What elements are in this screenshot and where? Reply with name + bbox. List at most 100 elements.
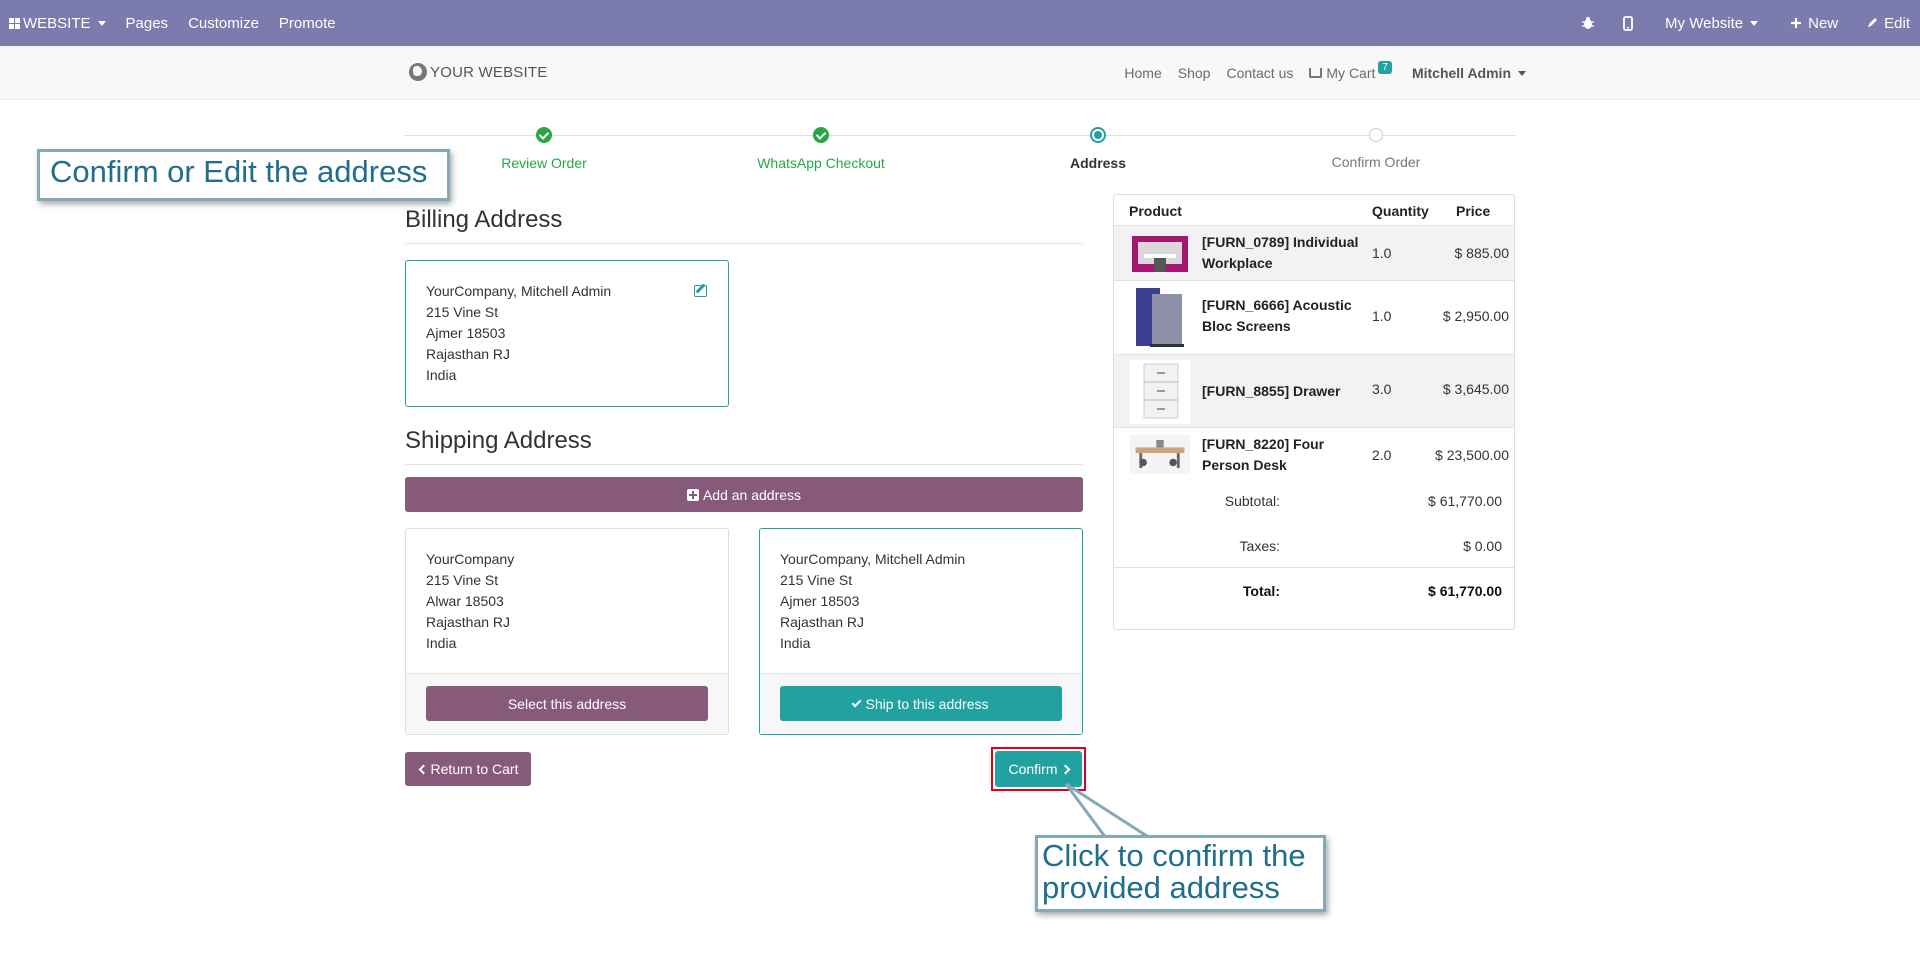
pages-menu[interactable]: Pages — [116, 0, 179, 46]
promote-menu[interactable]: Promote — [269, 0, 346, 46]
taxes-label: Taxes: — [1239, 538, 1280, 554]
billing-address-card: YourCompany, Mitchell Admin 215 Vine St … — [405, 260, 729, 407]
total-label: Total: — [1242, 583, 1280, 599]
product-price: $ 23,500.00 — [1435, 447, 1509, 463]
shipping-address-card: YourCompany 215 Vine St Alwar 18503 Raja… — [405, 528, 729, 735]
confirm-label: Confirm — [1008, 761, 1058, 777]
website-selector[interactable]: My Website — [1647, 0, 1776, 46]
nav-shop[interactable]: Shop — [1178, 65, 1211, 81]
check-icon — [851, 697, 861, 707]
address-line: India — [426, 635, 457, 651]
step-whatsapp-checkout[interactable]: WhatsApp Checkout — [721, 127, 921, 171]
tooltip-pointer — [1064, 782, 1156, 840]
divider — [1114, 567, 1514, 568]
product-row: [FURN_6666] Acoustic Bloc Screens 1.0 $ … — [1114, 280, 1514, 354]
check-circle-icon — [813, 127, 829, 143]
total-value: $ 61,770.00 — [1428, 583, 1502, 599]
divider — [405, 243, 1083, 244]
address-line: YourCompany — [426, 551, 515, 567]
ship-to-label: Ship to this address — [865, 695, 989, 712]
address-line: Rajasthan RJ — [780, 614, 865, 630]
tooltip-text-line1: Click to confirm the — [1042, 838, 1306, 873]
product-image — [1136, 288, 1184, 347]
shipping-heading: Shipping Address — [405, 427, 592, 454]
add-address-button[interactable]: Add an address — [405, 477, 1083, 512]
shipping-address: YourCompany 215 Vine St Alwar 18503 Raja… — [426, 549, 514, 654]
card-footer: Select this address — [406, 673, 728, 734]
customize-menu[interactable]: Customize — [178, 0, 269, 46]
admin-topbar: WEBSITE Pages Customize Promote My Websi… — [0, 0, 1920, 46]
step-label: Review Order — [501, 155, 587, 171]
mobile-icon — [1623, 15, 1633, 31]
address-line: 215 Vine St — [780, 572, 853, 588]
app-label: WEBSITE — [23, 14, 91, 32]
address-line: Rajasthan RJ — [426, 346, 511, 362]
step-address: Address — [998, 127, 1198, 171]
pending-step-icon — [1369, 128, 1383, 142]
tooltip-text: Confirm or Edit the address — [50, 154, 428, 189]
product-qty: 3.0 — [1372, 381, 1392, 397]
new-button[interactable]: New — [1776, 0, 1852, 46]
subtotal-value: $ 61,770.00 — [1428, 493, 1502, 509]
new-label: New — [1808, 14, 1839, 32]
product-row: [FURN_8855] Drawer 3.0 $ 3,645.00 — [1114, 354, 1514, 427]
step-confirm-order: Confirm Order — [1276, 127, 1476, 170]
col-price: Price — [1456, 203, 1491, 219]
plus-square-icon — [686, 488, 699, 501]
return-to-cart-button[interactable]: Return to Cart — [405, 752, 531, 786]
nav-contact[interactable]: Contact us — [1226, 65, 1293, 81]
address-line: YourCompany, Mitchell Admin — [780, 551, 966, 567]
mobile-preview-button[interactable] — [1609, 0, 1647, 46]
pencil-icon — [1868, 18, 1878, 27]
cart-label: My Cart — [1326, 65, 1376, 81]
ship-to-address-button[interactable]: Ship to this address — [780, 686, 1062, 721]
address-line: Rajasthan RJ — [426, 614, 511, 630]
tooltip-text-line2: provided address — [1042, 870, 1280, 905]
edit-button[interactable]: Edit — [1852, 0, 1920, 46]
address-line: Alwar 18503 — [426, 593, 504, 609]
product-qty: 2.0 — [1372, 447, 1392, 463]
step-label: Address — [1069, 155, 1127, 171]
bug-icon — [1582, 17, 1595, 29]
current-step-icon — [1090, 127, 1106, 143]
step-review-order[interactable]: Review Order — [444, 127, 644, 171]
chevron-right-icon — [1060, 764, 1070, 774]
caret-down-icon — [1750, 20, 1759, 26]
edit-address-icon[interactable] — [694, 285, 707, 297]
address-line: Ajmer 18503 — [780, 593, 860, 609]
nav-cart[interactable]: My Cart 7 — [1309, 60, 1392, 81]
tour-tooltip-edit-address: Confirm or Edit the address — [37, 149, 450, 201]
apps-menu[interactable]: WEBSITE — [0, 0, 116, 46]
divider — [405, 464, 1083, 465]
nav-home[interactable]: Home — [1124, 65, 1161, 81]
product-row: [FURN_0789] Individual Workplace 1.0 $ 8… — [1114, 225, 1514, 280]
product-price: $ 3,645.00 — [1442, 381, 1509, 397]
return-label: Return to Cart — [430, 761, 519, 777]
step-label: WhatsApp Checkout — [757, 155, 885, 171]
subtotal-label: Subtotal: — [1224, 493, 1280, 509]
billing-address: YourCompany, Mitchell Admin 215 Vine St … — [426, 281, 611, 386]
col-product: Product — [1129, 203, 1182, 219]
user-menu[interactable]: Mitchell Admin — [1412, 65, 1526, 81]
order-summary: Product Quantity Price [FURN_0789] Indiv… — [1113, 194, 1515, 630]
site-nav: Home Shop Contact us My Cart 7 Mitchell … — [1108, 46, 1526, 100]
shipping-address-card-selected: YourCompany, Mitchell Admin 215 Vine St … — [759, 528, 1083, 735]
cart-icon — [1309, 68, 1323, 78]
address-line: Ajmer 18503 — [426, 325, 506, 341]
product-image — [1130, 434, 1190, 474]
tour-tooltip-confirm: Click to confirm the provided address — [1035, 835, 1326, 912]
shipping-address: YourCompany, Mitchell Admin 215 Vine St … — [780, 549, 965, 654]
select-address-button[interactable]: Select this address — [426, 686, 708, 721]
chevron-left-icon — [418, 764, 428, 774]
globe-icon — [409, 63, 427, 81]
debug-button[interactable] — [1567, 0, 1609, 46]
summary-header: Product Quantity Price — [1114, 195, 1514, 225]
site-logo[interactable]: YOUR WEBSITE — [409, 63, 547, 81]
address-line: 215 Vine St — [426, 572, 499, 588]
taxes-value: $ 0.00 — [1463, 538, 1502, 554]
grid-icon — [9, 17, 20, 29]
address-line: YourCompany, Mitchell Admin — [426, 283, 612, 299]
step-label: Confirm Order — [1331, 154, 1421, 170]
website-header: YOUR WEBSITE Home Shop Contact us My Car… — [0, 46, 1920, 100]
card-footer: Ship to this address — [760, 673, 1082, 734]
